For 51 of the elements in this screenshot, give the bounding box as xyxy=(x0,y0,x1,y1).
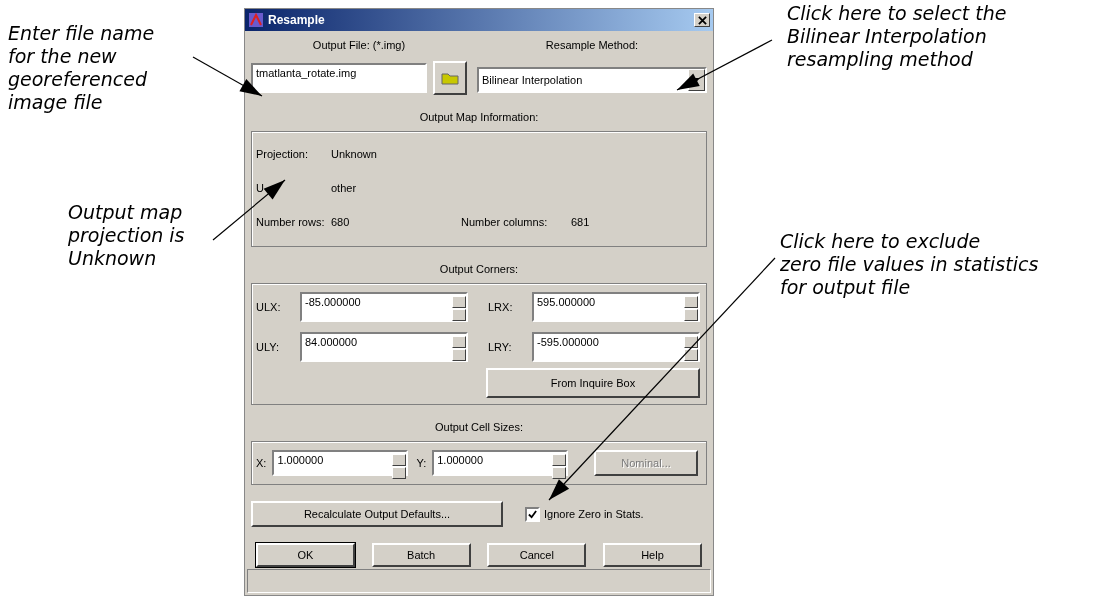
dialog-button[interactable]: Help xyxy=(602,543,702,567)
spinner-icon xyxy=(684,336,698,361)
checkbox[interactable] xyxy=(525,506,540,522)
field-label: X: xyxy=(256,457,267,469)
field-label: ULX: xyxy=(256,301,282,313)
field-label: Resample Method: xyxy=(544,39,640,51)
info-label: U xyxy=(256,182,265,194)
section-heading: Output Map Information: xyxy=(418,111,540,123)
field-label: Output File: (*.img) xyxy=(311,39,407,51)
dialog-button[interactable]: Batch xyxy=(371,543,471,567)
info-label: Projection: xyxy=(256,148,309,160)
field-label: ULY: xyxy=(256,341,281,353)
spinner-icon xyxy=(684,296,698,321)
browse-button[interactable] xyxy=(433,61,467,95)
info-value: Unknown xyxy=(331,148,377,160)
resample-method-dropdown[interactable]: Bilinear Interpolation xyxy=(477,67,707,93)
coordinate-field[interactable]: 595.000000 xyxy=(532,292,700,322)
callout-text: Click here to exclude zero file values in statistics for output file xyxy=(780,230,1039,299)
section-heading: Output Cell Sizes: xyxy=(433,421,524,433)
info-value: 680 xyxy=(331,216,351,228)
field-label: Y: xyxy=(416,457,427,469)
field-label: LRX: xyxy=(488,301,514,313)
spinner-icon xyxy=(392,454,407,479)
from-inquire-box-button[interactable]: From Inquire Box xyxy=(486,368,700,398)
recalculate-button[interactable]: Recalculate Output Defaults... xyxy=(251,501,503,527)
close-icon xyxy=(697,15,707,25)
callout-text: Click here to select the Bilinear Interpolation resampling method xyxy=(787,2,1007,71)
field-label: LRY: xyxy=(488,341,513,353)
coordinate-field[interactable]: 84.000000 xyxy=(300,332,468,362)
close-button[interactable] xyxy=(694,13,710,27)
spinner-icon xyxy=(552,454,567,479)
dialog-button[interactable]: OK xyxy=(256,543,355,567)
app-logo-icon xyxy=(248,12,264,28)
callout-text: Enter file name for the new georeferenced image file xyxy=(8,22,155,114)
info-value: other xyxy=(331,182,357,194)
spinner-icon xyxy=(452,336,466,361)
window-title: Resample xyxy=(268,13,326,27)
info-label: Number columns: xyxy=(461,216,549,228)
dialog-button[interactable]: Cancel xyxy=(487,543,587,567)
info-label: Number rows: xyxy=(256,216,326,228)
info-value: 681 xyxy=(571,216,590,228)
checkbox-label: Ignore Zero in Stats. xyxy=(544,508,644,520)
cell-size-field[interactable]: 1.000000 xyxy=(272,450,409,476)
section-heading: Output Corners: xyxy=(438,263,520,275)
spinner-icon xyxy=(452,296,466,321)
coordinate-field[interactable]: -85.000000 xyxy=(300,292,468,322)
callout-text: Output map projection is Unknown xyxy=(68,201,185,270)
coordinate-field[interactable]: -595.000000 xyxy=(532,332,700,362)
folder-icon xyxy=(441,71,459,85)
cell-size-field[interactable]: 1.000000 xyxy=(432,450,569,476)
output-file-field[interactable]: tmatlanta_rotate.img xyxy=(251,63,427,93)
